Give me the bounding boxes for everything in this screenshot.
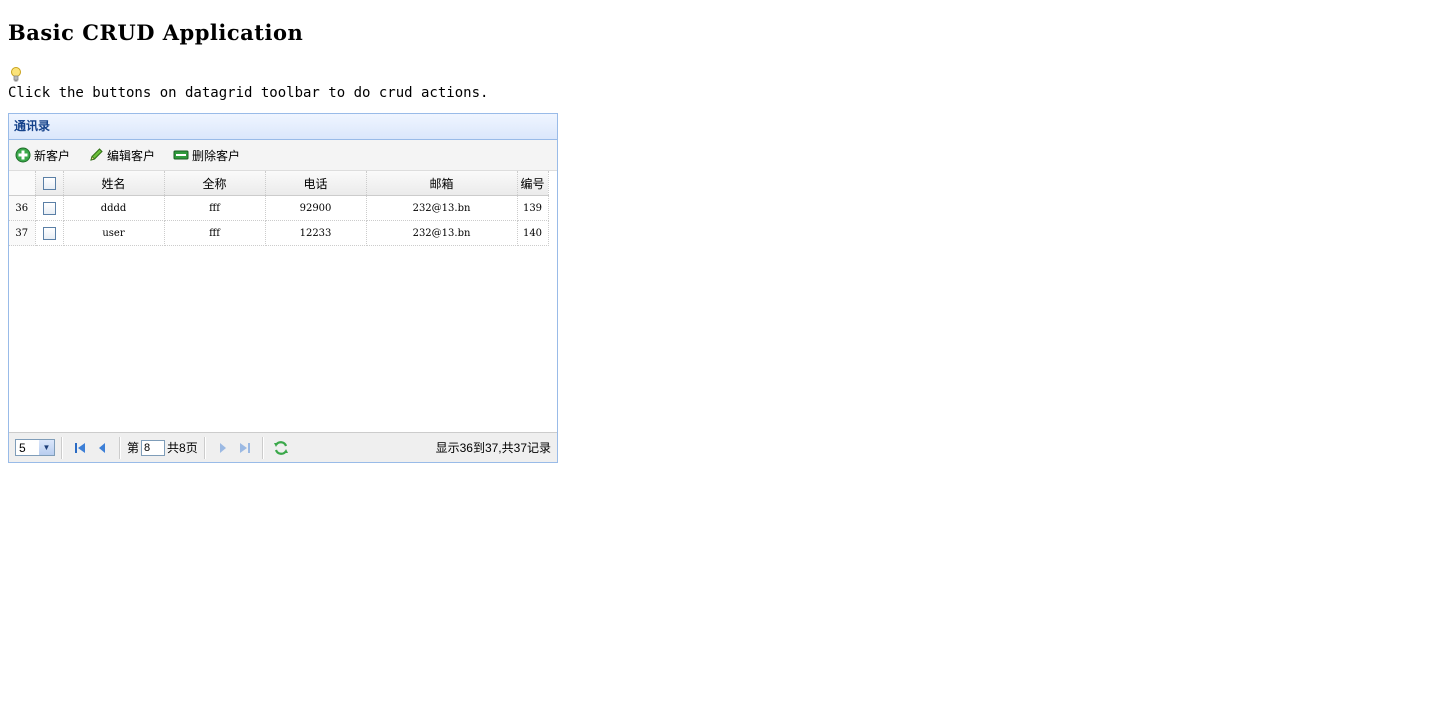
row-select-cell <box>35 220 64 246</box>
page-number-input[interactable] <box>141 439 166 456</box>
row-select-cell <box>35 195 64 221</box>
cell-name[interactable]: dddd <box>63 195 165 221</box>
panel-title: 通讯录 <box>9 114 557 140</box>
refresh-button[interactable] <box>270 437 292 459</box>
prev-page-button[interactable] <box>91 437 113 459</box>
pager-separator <box>119 436 121 459</box>
cell-email[interactable]: 232@13.bn <box>366 220 518 246</box>
pagination-bar: 5 ▼ 第 共8页 <box>9 432 557 462</box>
column-header-name[interactable]: 姓名 <box>63 171 165 196</box>
datagrid-panel: 通讯录 新客户 编辑客户 删除客户 姓名 全称 电话 邮箱 编号 36 dddd… <box>8 113 558 463</box>
header-row: 姓名 全称 电话 邮箱 编号 <box>9 171 549 196</box>
datagrid-toolbar: 新客户 编辑客户 删除客户 <box>9 140 557 171</box>
cell-phone[interactable]: 12233 <box>265 220 367 246</box>
edit-customer-label: 编辑客户 <box>107 148 156 163</box>
pager-separator <box>61 436 63 459</box>
next-page-icon <box>219 442 226 453</box>
cell-id[interactable]: 139 <box>517 195 549 221</box>
cell-email[interactable]: 232@13.bn <box>366 195 518 221</box>
page-total: 共8页 <box>167 441 198 455</box>
cell-name[interactable]: user <box>63 220 165 246</box>
row-number: 36 <box>9 195 36 221</box>
column-header-fullname[interactable]: 全称 <box>164 171 266 196</box>
page-title: Basic CRUD Application <box>8 20 304 45</box>
add-customer-label: 新客户 <box>34 148 71 163</box>
pager-separator <box>203 436 206 459</box>
chevron-down-icon: ▼ <box>39 440 54 455</box>
page-description: Click the buttons on datagrid toolbar to… <box>8 85 489 101</box>
refresh-icon <box>273 440 288 455</box>
row-checkbox[interactable] <box>42 226 56 240</box>
delete-customer-button[interactable]: 删除客户 <box>173 147 240 164</box>
remove-icon <box>173 150 189 160</box>
table-row[interactable]: 37 user fff 12233 232@13.bn 140 <box>9 220 549 246</box>
datagrid: 姓名 全称 电话 邮箱 编号 36 dddd fff 92900 232@13.… <box>9 171 557 246</box>
column-header-phone[interactable]: 电话 <box>265 171 367 196</box>
row-checkbox[interactable] <box>42 201 56 215</box>
page-size-value: 5 <box>19 440 26 455</box>
first-page-button[interactable] <box>69 437 91 459</box>
pager-separator <box>261 436 264 459</box>
cell-phone[interactable]: 92900 <box>265 195 367 221</box>
cell-fullname[interactable]: fff <box>164 195 266 221</box>
select-all-checkbox[interactable] <box>42 177 56 191</box>
row-number: 37 <box>9 220 36 246</box>
page-prefix: 第 <box>127 441 140 455</box>
add-icon <box>15 147 31 163</box>
next-page-button[interactable] <box>212 437 234 459</box>
select-all-cell <box>35 171 64 196</box>
datagrid-table: 姓名 全称 电话 邮箱 编号 36 dddd fff 92900 232@13.… <box>9 171 549 246</box>
rownum-header <box>9 171 36 196</box>
lightbulb-icon <box>11 67 21 82</box>
table-row[interactable]: 36 dddd fff 92900 232@13.bn 139 <box>9 195 549 221</box>
last-page-button[interactable] <box>234 437 256 459</box>
prev-page-icon <box>99 442 105 453</box>
pagination-info: 显示36到37,共37记录 <box>435 441 551 455</box>
delete-customer-label: 删除客户 <box>192 148 241 163</box>
page-size-select[interactable]: 5 ▼ <box>15 439 55 456</box>
column-header-email[interactable]: 邮箱 <box>366 171 518 196</box>
edit-customer-button[interactable]: 编辑客户 <box>88 147 155 164</box>
cell-id[interactable]: 140 <box>517 220 549 246</box>
cell-fullname[interactable]: fff <box>164 220 266 246</box>
column-header-id[interactable]: 编号 <box>517 171 549 196</box>
add-customer-button[interactable]: 新客户 <box>15 147 70 164</box>
first-page-icon <box>75 442 85 453</box>
last-page-icon <box>239 442 250 453</box>
pencil-icon <box>90 148 103 161</box>
